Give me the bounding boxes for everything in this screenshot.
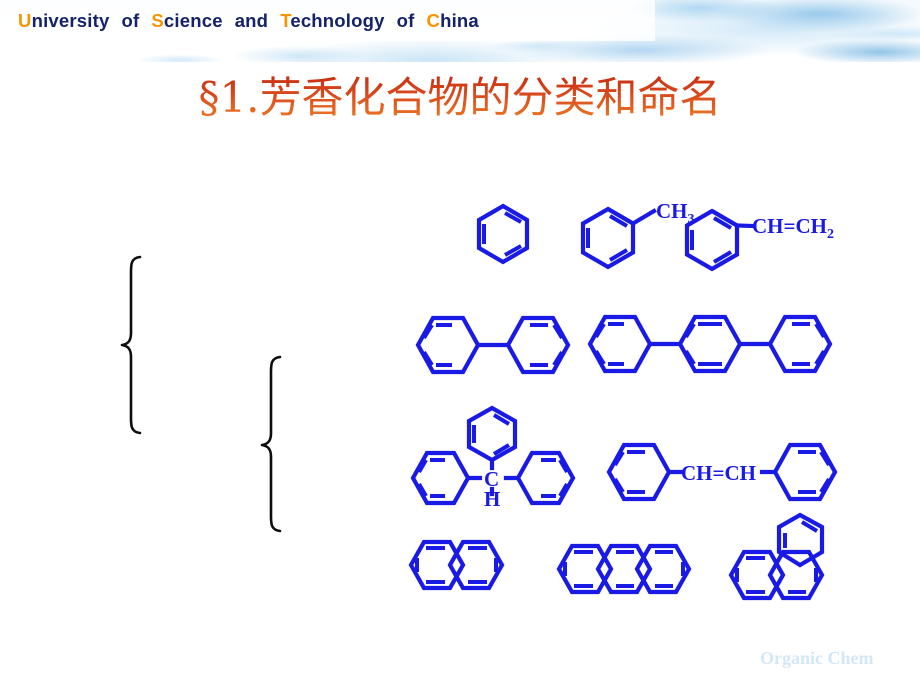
structure-terphenyl [587, 314, 833, 374]
structure-toluene: CH3 [580, 199, 695, 270]
structure-benzene [476, 203, 530, 265]
structure-diagram-canvas: CH3 CH=CH2 C H CH=CH [120, 199, 838, 601]
label-styrene-vinyl: CH=CH2 [752, 214, 834, 242]
structure-phenanthrene [728, 512, 825, 601]
inner-brace [260, 355, 282, 533]
label-stilbene-bridge: CH=CH [681, 461, 756, 485]
label-styrene-ch2-sub: 2 [827, 227, 834, 242]
label-toluene-ch3-text: CH [656, 199, 688, 223]
label-styrene-ch2: CH [795, 214, 827, 238]
label-stilbene-ch-left: CH [681, 461, 713, 485]
outer-brace [120, 255, 142, 435]
structure-naphthalene [408, 539, 505, 591]
structure-styrene: CH=CH2 [684, 208, 834, 272]
label-styrene-ch: CH [752, 214, 784, 238]
structure-anthracene [556, 543, 692, 595]
label-stilbene-ch-right: CH [724, 461, 756, 485]
label-stilbene-eq: = [713, 461, 725, 485]
footer-course-label: Organic Chem [760, 648, 874, 668]
structure-stilbene: CH=CH [606, 442, 838, 502]
structure-biphenyl [415, 315, 571, 375]
label-styrene-eq: = [784, 214, 796, 238]
structure-triphenylmethane: C H [410, 405, 576, 511]
